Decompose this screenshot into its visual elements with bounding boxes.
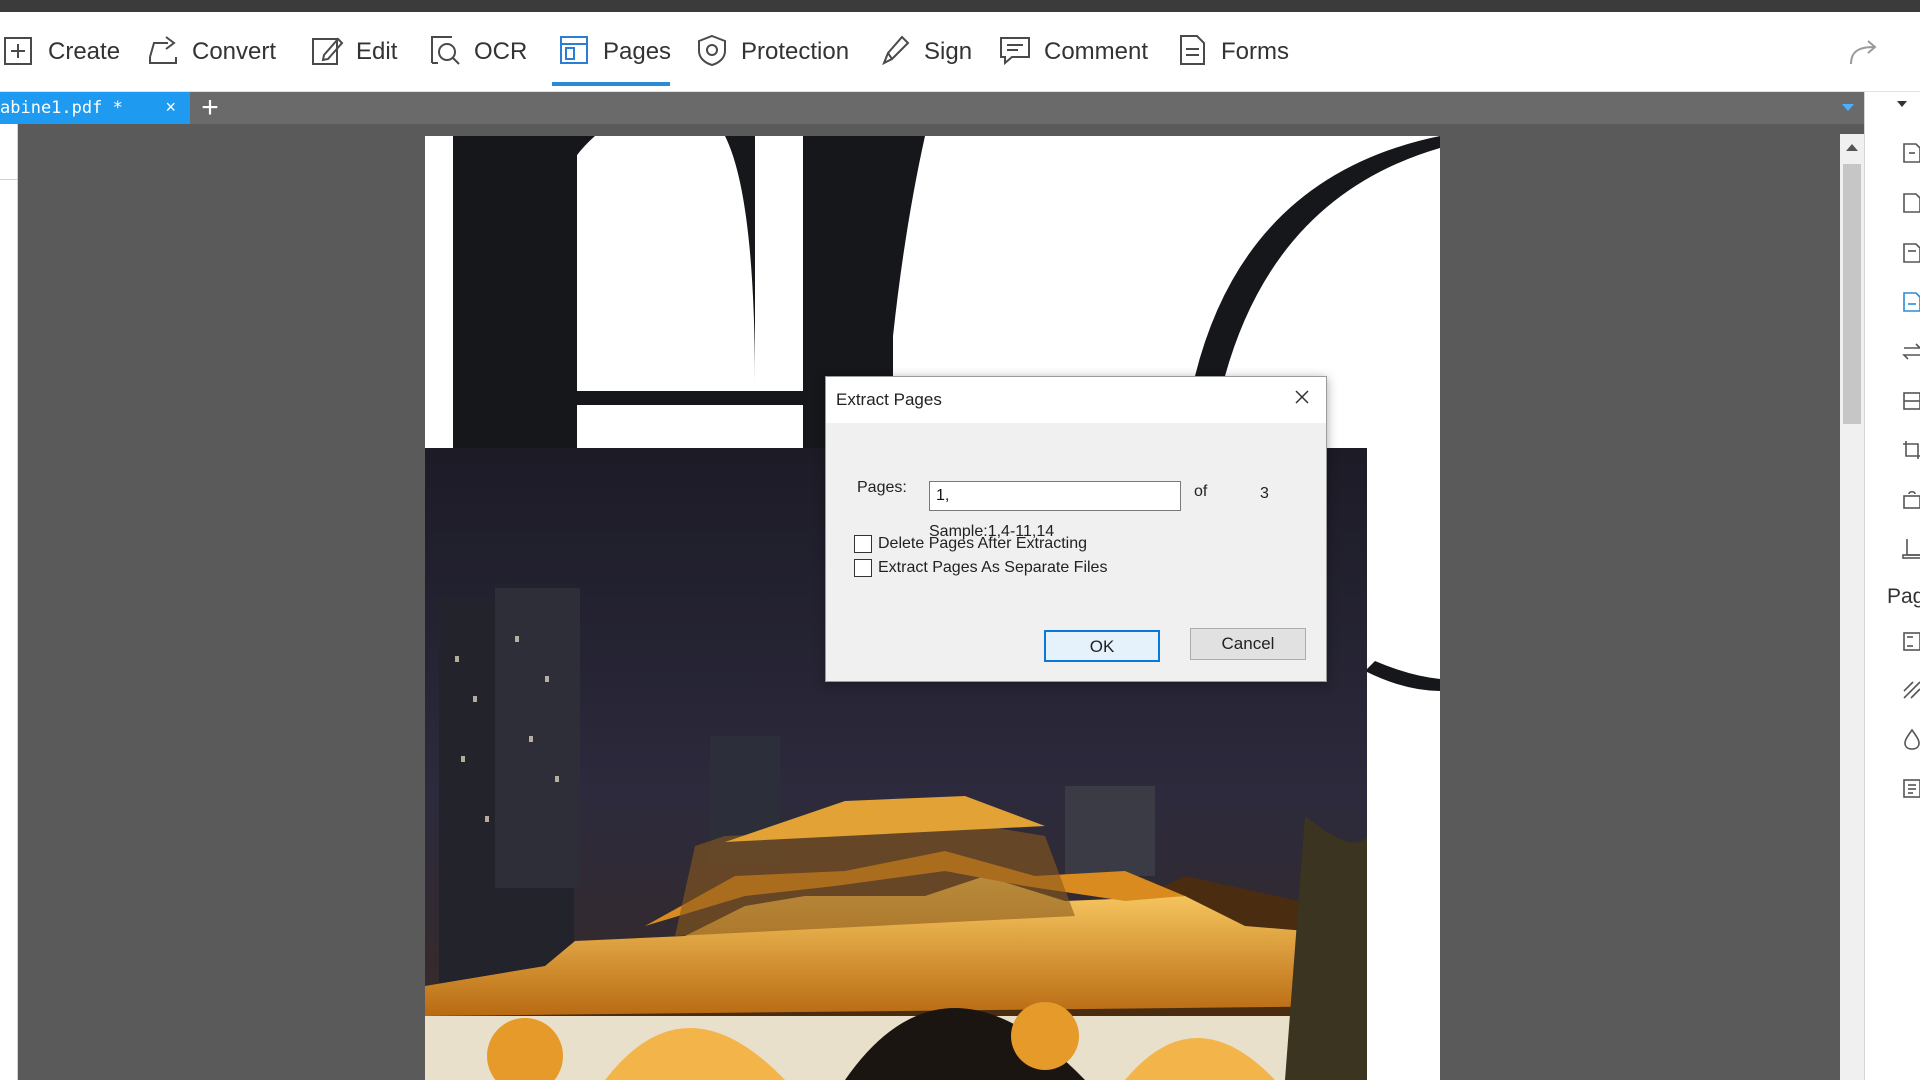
vertical-scrollbar[interactable] (1840, 134, 1864, 1080)
main-toolbar: Create Convert Edit OCR Pages Protection… (0, 12, 1920, 92)
add-tab-button[interactable]: + (198, 92, 222, 124)
pages-label: Pages: (857, 479, 907, 496)
dialog-body: Pages: of 3 Sample:1,4-11,14 Delete Page… (826, 423, 1326, 681)
pages-icon (557, 33, 591, 72)
scrollbar-thumb[interactable] (1843, 164, 1861, 424)
comment-tool-button[interactable]: Comment (998, 12, 1148, 92)
close-tab-icon[interactable]: × (165, 97, 176, 118)
ocr-tool-label: OCR (474, 38, 528, 65)
dialog-close-icon[interactable] (1292, 387, 1312, 407)
dialog-title: Extract Pages (836, 390, 942, 409)
tab-list-dropdown-icon[interactable] (1842, 104, 1854, 111)
create-icon (2, 33, 36, 72)
create-tool-label: Create (48, 38, 121, 65)
left-panel-divider (0, 179, 18, 180)
split-page-icon[interactable] (1901, 390, 1920, 412)
watermark-icon[interactable] (1901, 728, 1920, 750)
panel-menu-icon[interactable] (1897, 101, 1907, 107)
edit-tool-button[interactable]: Edit (310, 12, 397, 92)
separate-files-label: Extract Pages As Separate Files (878, 559, 1108, 576)
sign-icon (878, 33, 912, 72)
right-tools-panel: Pag (1864, 92, 1920, 1080)
sign-tool-button[interactable]: Sign (878, 12, 972, 92)
cancel-button[interactable]: Cancel (1190, 628, 1306, 660)
blank-page-icon[interactable] (1901, 192, 1920, 214)
document-tab[interactable]: abine1.pdf * × (0, 92, 190, 124)
delete-after-extract-label: Delete Pages After Extracting (878, 535, 1087, 552)
redo-button[interactable] (1846, 36, 1880, 70)
pages-input[interactable] (929, 481, 1181, 511)
edit-tool-label: Edit (356, 38, 398, 65)
left-panel (0, 124, 18, 1080)
protection-icon (695, 33, 729, 72)
protection-tool-button[interactable]: Protection (695, 12, 849, 92)
right-panel-section-label: Pag (1887, 585, 1920, 608)
ok-button[interactable]: OK (1044, 630, 1160, 662)
ocr-tool-button[interactable]: OCR (428, 12, 527, 92)
insert-page-icon[interactable] (1901, 142, 1920, 164)
pages-tool-label: Pages (603, 38, 672, 65)
background-icon[interactable] (1901, 679, 1920, 701)
scroll-up-icon[interactable] (1846, 144, 1858, 151)
header-footer-icon[interactable] (1901, 630, 1920, 652)
convert-tool-button[interactable]: Convert (146, 12, 276, 92)
convert-tool-label: Convert (192, 38, 277, 65)
comment-icon (998, 33, 1032, 72)
edit-icon (310, 33, 344, 72)
sign-tool-label: Sign (924, 38, 973, 65)
document-tab-name: abine1.pdf * (0, 98, 123, 118)
extract-pages-dialog: Extract Pages Pages: of 3 Sample:1,4-11,… (825, 376, 1327, 682)
rotate-page-icon[interactable] (1901, 488, 1920, 510)
window-title-bar (0, 0, 1920, 12)
protection-tool-label: Protection (741, 38, 850, 65)
total-pages-count: 3 (1260, 485, 1269, 502)
crop-page-icon[interactable] (1901, 439, 1920, 461)
redo-icon (1846, 40, 1880, 74)
forms-icon (1175, 33, 1209, 72)
of-label: of (1194, 483, 1208, 500)
swap-pages-icon[interactable] (1901, 340, 1920, 362)
create-tool-button[interactable]: Create (2, 12, 120, 92)
page-layout-icon[interactable] (1901, 537, 1920, 559)
bates-number-icon[interactable] (1901, 777, 1920, 799)
replace-page-icon[interactable] (1901, 242, 1920, 264)
ocr-icon (428, 33, 462, 72)
forms-tool-label: Forms (1221, 38, 1289, 65)
extract-page-icon[interactable] (1901, 291, 1920, 313)
separate-files-checkbox[interactable] (854, 559, 872, 577)
forms-tool-button[interactable]: Forms (1175, 12, 1289, 92)
delete-after-extract-option[interactable]: Delete Pages After Extracting (854, 535, 1087, 553)
comment-tool-label: Comment (1044, 38, 1149, 65)
separate-files-option[interactable]: Extract Pages As Separate Files (854, 559, 1107, 577)
active-tool-indicator (552, 82, 670, 86)
pages-tool-button[interactable]: Pages (557, 12, 671, 92)
convert-icon (146, 33, 180, 72)
document-tab-bar: abine1.pdf * × + (0, 92, 1864, 124)
delete-after-extract-checkbox[interactable] (854, 535, 872, 553)
